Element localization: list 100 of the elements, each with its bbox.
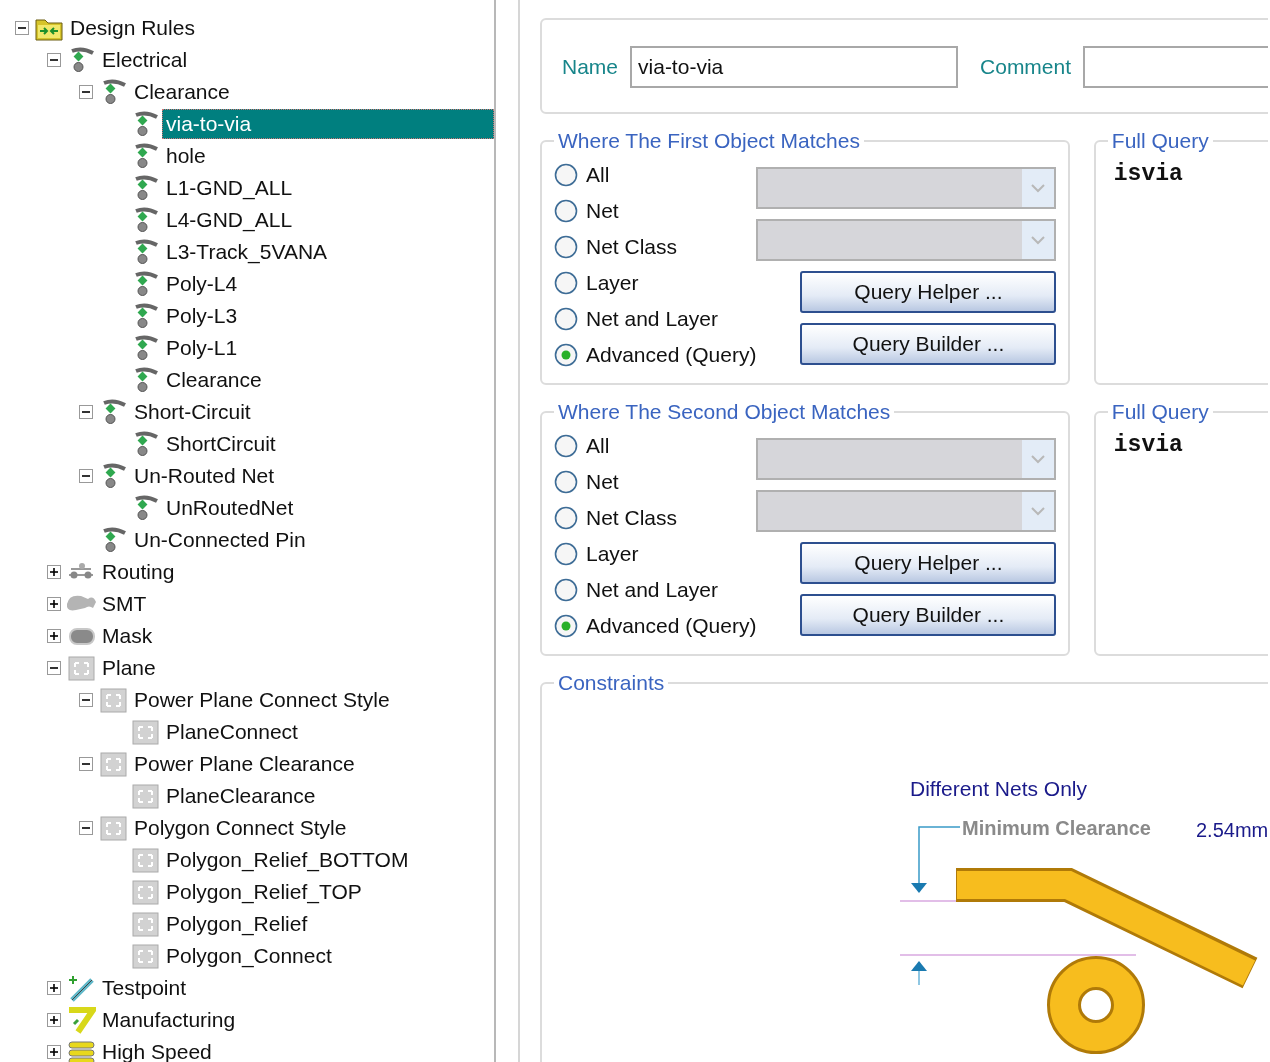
tree-item[interactable]: SMT <box>98 589 151 619</box>
probe-icon <box>66 974 96 1002</box>
tree-item[interactable]: Power Plane Connect Style <box>130 685 394 715</box>
radio-label[interactable]: All <box>586 159 610 191</box>
plane-icon <box>98 686 128 714</box>
expand-toggle[interactable] <box>47 597 61 611</box>
expand-toggle[interactable] <box>47 1013 61 1027</box>
radio-button[interactable] <box>554 506 578 530</box>
tree-item[interactable]: Polygon_Relief_BOTTOM <box>162 845 413 875</box>
dimension-arrow <box>911 825 961 893</box>
plane-icon <box>130 942 160 970</box>
expand-toggle[interactable] <box>47 565 61 579</box>
tree-item[interactable]: Polygon Connect Style <box>130 813 351 843</box>
tree-item[interactable]: Electrical <box>98 45 192 75</box>
collapse-toggle[interactable] <box>79 757 93 771</box>
tree-item[interactable]: Design Rules <box>66 13 199 43</box>
query-button[interactable]: Query Helper ... <box>800 271 1057 313</box>
radio-button-selected[interactable] <box>554 614 578 638</box>
radio-label[interactable]: Layer <box>586 538 639 570</box>
group-title: Where The Second Object Matches <box>557 401 892 422</box>
clearance-value: 2.54mm <box>1196 818 1268 841</box>
name-label: Name <box>562 54 619 81</box>
tree-item[interactable]: Poly-L4 <box>162 269 242 299</box>
radio-button[interactable] <box>554 271 578 295</box>
group-title: Constraints <box>557 672 666 693</box>
comment-label: Comment <box>980 54 1072 81</box>
plane-icon <box>130 718 160 746</box>
tree-item[interactable]: Mask <box>98 621 157 651</box>
tree-item[interactable]: L1-GND_ALL <box>162 173 297 203</box>
tree-item[interactable]: Routing <box>98 557 179 587</box>
chevron-down-icon <box>1030 506 1047 516</box>
tree-item[interactable]: Manufacturing <box>98 1005 240 1035</box>
tree-item[interactable]: L4-GND_ALL <box>162 205 297 235</box>
radio-label[interactable]: Advanced (Query) <box>586 610 757 642</box>
plane-icon <box>98 750 128 778</box>
radio-label[interactable]: Net <box>586 466 619 498</box>
expand-toggle[interactable] <box>47 981 61 995</box>
radio-label[interactable]: All <box>586 430 610 462</box>
expand-toggle[interactable] <box>47 629 61 643</box>
tree-item[interactable]: PlaneConnect <box>162 717 302 747</box>
query-text: isvia <box>1112 160 1184 189</box>
radio-button[interactable] <box>554 578 578 602</box>
tree-item[interactable]: Un-Connected Pin <box>130 525 310 555</box>
dimension-arrow <box>911 960 927 986</box>
chevron-down-icon <box>1030 183 1047 193</box>
plane-icon <box>66 654 96 682</box>
radio-button[interactable] <box>554 434 578 458</box>
group-title: Where The First Object Matches <box>557 130 861 151</box>
tree-item[interactable]: Poly-L3 <box>162 301 242 331</box>
rule-note: Different Nets Only <box>910 776 1088 802</box>
plane-icon <box>130 846 160 874</box>
tree-item[interactable]: PlaneClearance <box>162 781 320 811</box>
collapse-toggle[interactable] <box>79 85 93 99</box>
radio-label[interactable]: Net <box>586 195 619 227</box>
tree-item[interactable]: L3-Track_5VANA <box>162 237 332 267</box>
seven-shape-icon <box>66 1006 96 1034</box>
tree-item[interactable]: UnRoutedNet <box>162 493 298 523</box>
tree-item[interactable]: Clearance <box>130 77 234 107</box>
bus-lines-icon <box>66 1038 96 1062</box>
tree-item[interactable]: Polygon_Relief <box>162 909 312 939</box>
tree-item[interactable]: Poly-L1 <box>162 333 242 363</box>
query-button[interactable]: Query Builder ... <box>800 594 1057 636</box>
tree-item[interactable]: Short-Circuit <box>130 397 255 427</box>
tree-item[interactable]: Plane <box>98 653 160 683</box>
radio-button-selected[interactable] <box>554 343 578 367</box>
radio-button[interactable] <box>554 235 578 259</box>
tree-item[interactable]: via-to-via <box>162 109 494 139</box>
tree-item[interactable]: Power Plane Clearance <box>130 749 359 779</box>
collapse-toggle[interactable] <box>15 21 29 35</box>
radio-label[interactable]: Net and Layer <box>586 574 718 606</box>
comment-field[interactable] <box>1083 46 1268 88</box>
tree-item[interactable]: Polygon_Relief_TOP <box>162 877 366 907</box>
name-field[interactable]: via-to-via <box>630 46 959 88</box>
tree-item[interactable]: Polygon_Connect <box>162 941 336 971</box>
collapse-toggle[interactable] <box>79 821 93 835</box>
radio-button[interactable] <box>554 470 578 494</box>
query-button[interactable]: Query Helper ... <box>800 542 1057 584</box>
radio-button[interactable] <box>554 307 578 331</box>
tree-item[interactable]: hole <box>162 141 210 171</box>
collapse-toggle[interactable] <box>79 405 93 419</box>
radio-button[interactable] <box>554 163 578 187</box>
tree-item[interactable]: Testpoint <box>98 973 191 1003</box>
query-button[interactable]: Query Builder ... <box>800 323 1057 365</box>
tree-item[interactable]: ShortCircuit <box>162 429 280 459</box>
clearance-label: Minimum Clearance <box>962 816 1151 839</box>
radio-button[interactable] <box>554 199 578 223</box>
radio-label[interactable]: Net Class <box>586 502 678 534</box>
radio-label[interactable]: Advanced (Query) <box>586 339 757 371</box>
expand-toggle[interactable] <box>47 1045 61 1059</box>
collapse-toggle[interactable] <box>79 693 93 707</box>
radio-label[interactable]: Net and Layer <box>586 303 718 335</box>
radio-button[interactable] <box>554 542 578 566</box>
collapse-toggle[interactable] <box>79 469 93 483</box>
collapse-toggle[interactable] <box>47 661 61 675</box>
collapse-toggle[interactable] <box>47 53 61 67</box>
radio-label[interactable]: Net Class <box>586 231 678 263</box>
radio-label[interactable]: Layer <box>586 267 639 299</box>
tree-item[interactable]: Un-Routed Net <box>130 461 279 491</box>
plane-icon <box>130 782 160 810</box>
tree-item[interactable]: Clearance <box>162 365 266 395</box>
